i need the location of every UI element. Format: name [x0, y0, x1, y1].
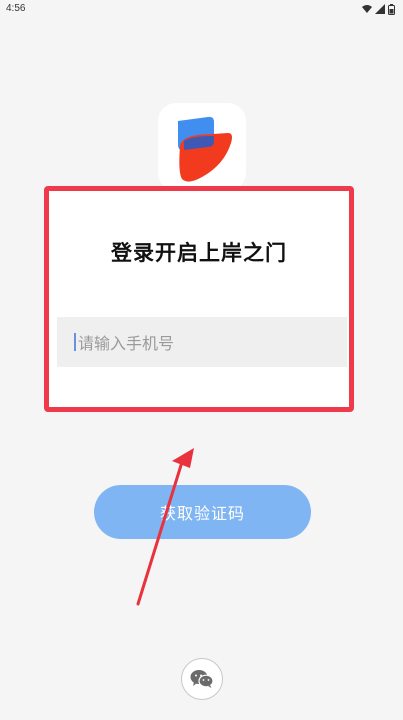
status-bar: 4:56	[0, 0, 403, 20]
battery-icon	[388, 3, 395, 15]
wechat-login-button[interactable]	[181, 658, 223, 700]
app-logo	[158, 103, 246, 191]
signal-icon	[375, 4, 385, 14]
arrow-head	[172, 448, 194, 468]
login-panel-highlight: 登录开启上岸之门 请输入手机号	[44, 186, 354, 412]
app-logo-icon	[178, 116, 232, 182]
phone-input-placeholder: 请输入手机号	[78, 334, 175, 353]
status-time: 4:56	[6, 3, 26, 14]
login-title: 登录开启上岸之门	[111, 241, 287, 265]
phone-input[interactable]: 请输入手机号	[57, 317, 347, 367]
status-icons	[362, 3, 395, 15]
wifi-icon	[362, 5, 372, 13]
get-code-button[interactable]: 获取验证码	[94, 485, 311, 539]
text-caret	[74, 333, 76, 351]
wechat-icon	[190, 670, 214, 688]
get-code-label: 获取验证码	[159, 504, 245, 523]
